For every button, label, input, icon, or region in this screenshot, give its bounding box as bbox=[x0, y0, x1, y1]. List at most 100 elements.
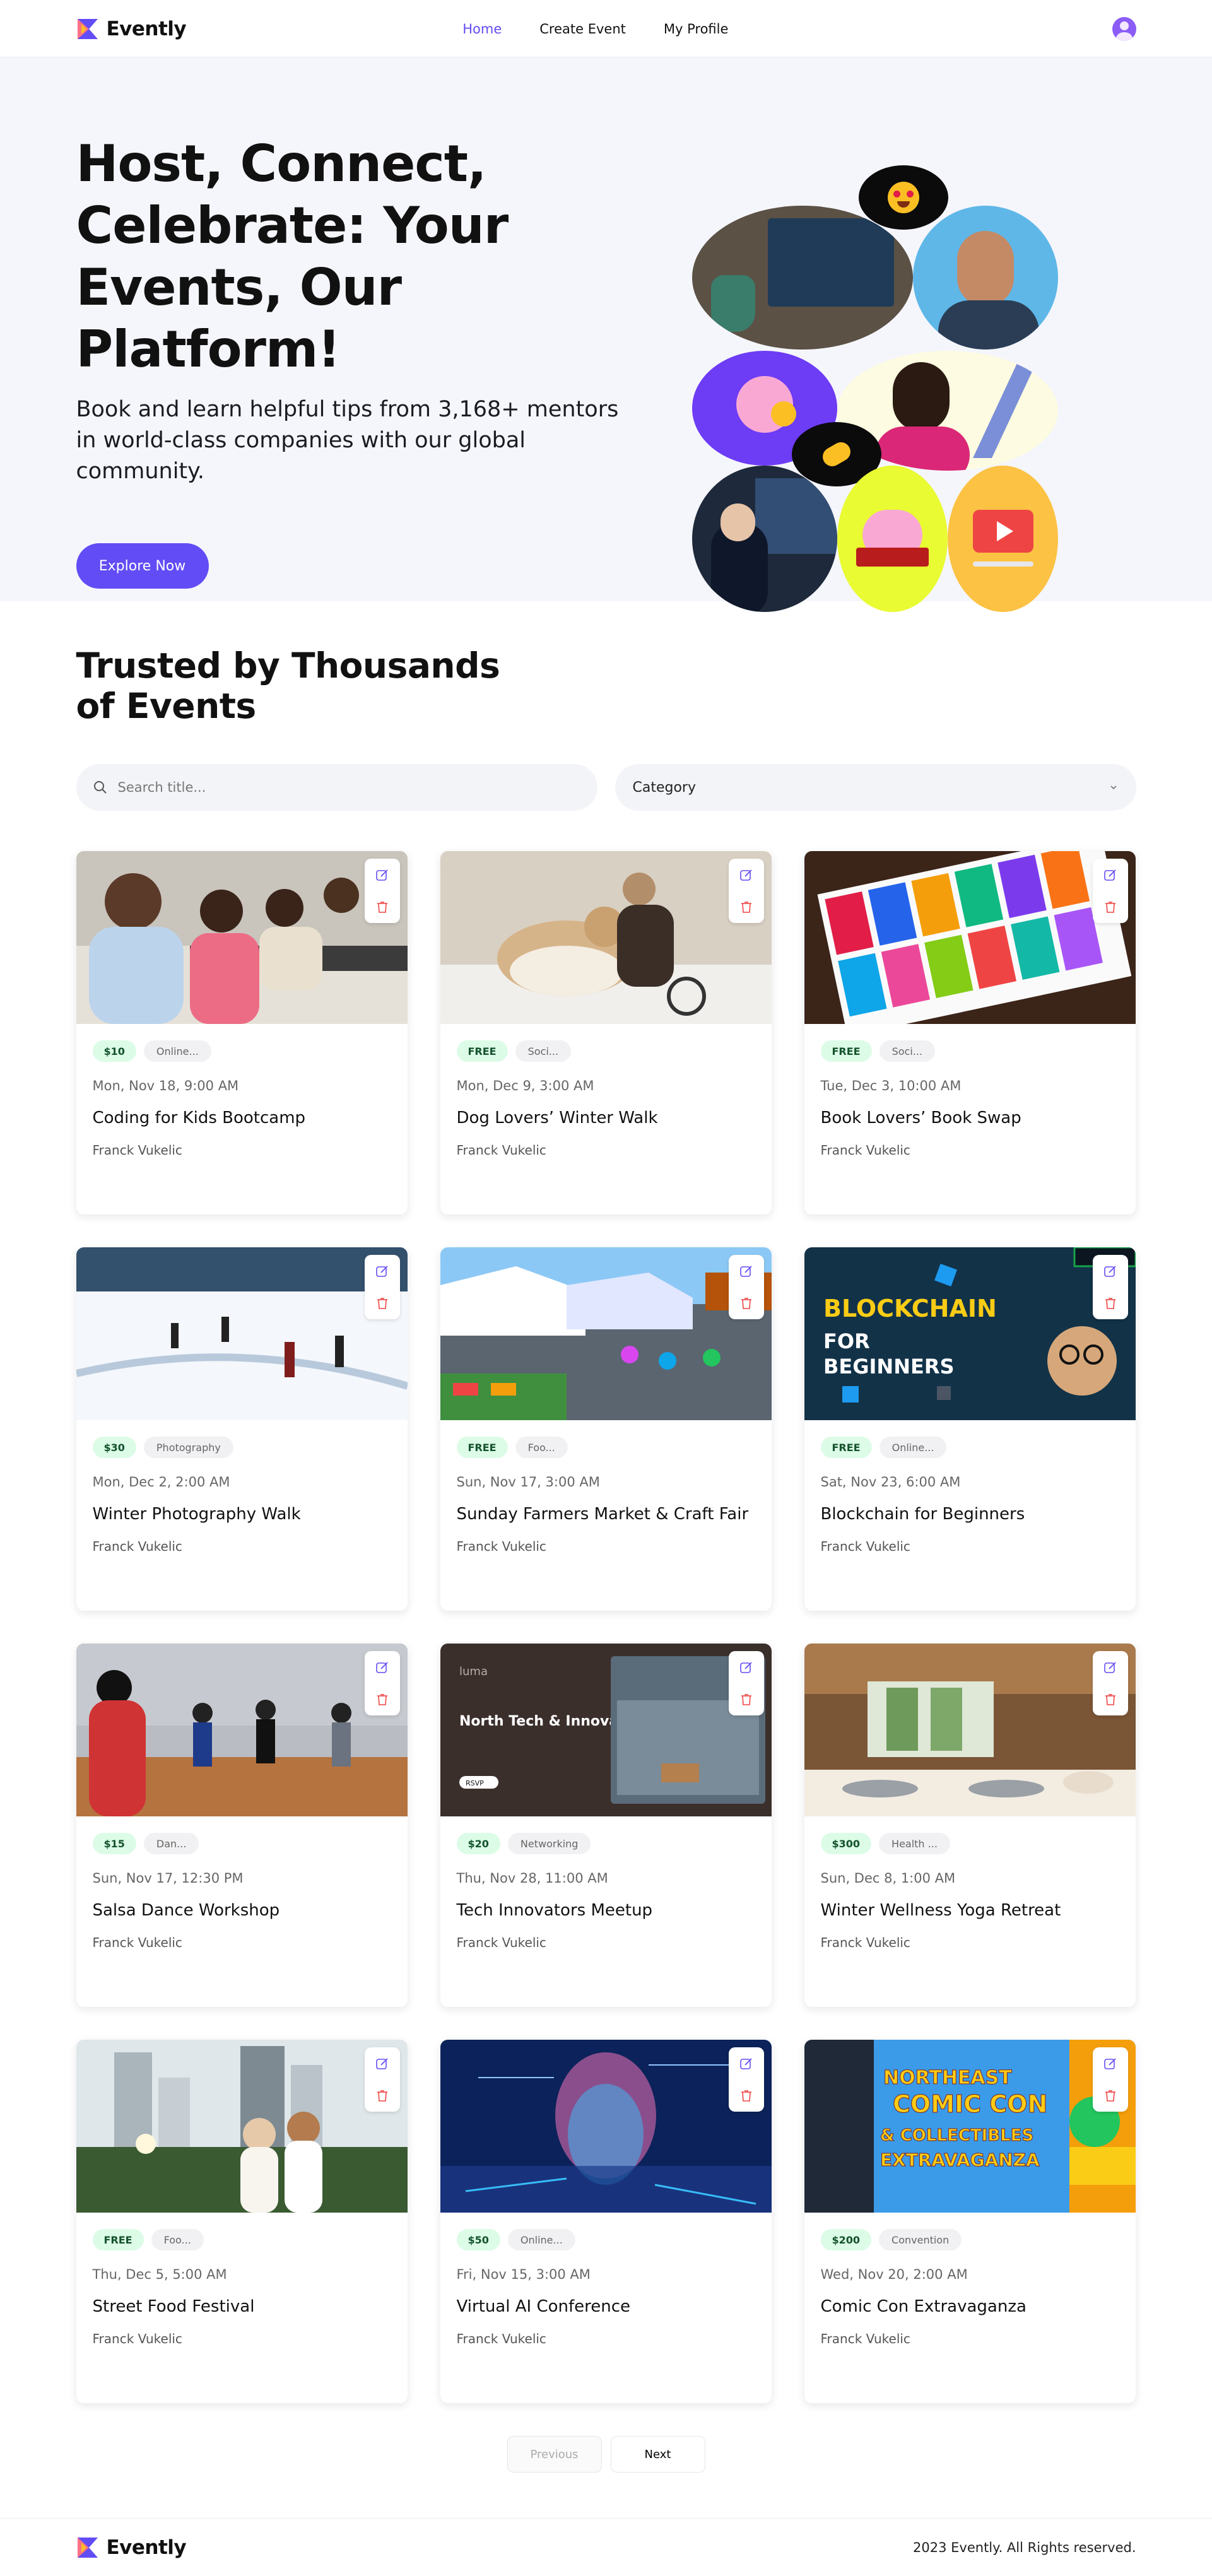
event-organizer: Franck Vukelic bbox=[820, 1539, 910, 1554]
event-title[interactable]: Comic Con Extravaganza bbox=[821, 2297, 1136, 2316]
search-input[interactable] bbox=[117, 780, 560, 795]
event-organizer: Franck Vukelic bbox=[820, 2331, 910, 2346]
event-title[interactable]: Coding for Kids Bootcamp bbox=[93, 1109, 408, 1127]
card-badges: FREE Soci... bbox=[456, 1040, 772, 1062]
event-organizer: Franck Vukelic bbox=[820, 1935, 910, 1950]
next-button[interactable]: Next bbox=[610, 2436, 705, 2473]
event-title[interactable]: Tech Innovators Meetup bbox=[457, 1901, 772, 1920]
svg-text:NORTHEAST: NORTHEAST bbox=[883, 2067, 1012, 2089]
delete-icon[interactable] bbox=[1103, 1693, 1117, 1707]
edit-icon[interactable] bbox=[375, 867, 390, 883]
delete-icon[interactable] bbox=[1103, 1297, 1117, 1310]
category-badge: Foo... bbox=[151, 2229, 204, 2250]
nav-create-event[interactable]: Create Event bbox=[539, 21, 626, 37]
event-card[interactable]: BLOCKCHAIN FOR BEGINNERS FREE Online... Sa… bbox=[804, 1247, 1136, 1611]
edit-icon[interactable] bbox=[1103, 867, 1118, 883]
event-organizer: Franck Vukelic bbox=[456, 1935, 546, 1950]
card-actions bbox=[364, 859, 400, 923]
event-card[interactable]: FREE Soci... Tue, Dec 3, 10:00 AM Book L… bbox=[804, 851, 1136, 1214]
event-card[interactable]: NORTHEAST COMIC CON & COLLECTIBLES EXTRAVAG… bbox=[804, 2040, 1136, 2403]
event-organizer: Franck Vukelic bbox=[92, 1143, 182, 1158]
edit-icon[interactable] bbox=[739, 1660, 754, 1675]
event-card[interactable]: FREE Foo... Thu, Dec 5, 5:00 AM Street F… bbox=[76, 2040, 408, 2403]
category-select-label: Category bbox=[632, 779, 697, 796]
edit-icon[interactable] bbox=[739, 1264, 754, 1279]
delete-icon[interactable] bbox=[739, 1693, 753, 1707]
event-title[interactable]: Blockchain for Beginners bbox=[821, 1505, 1136, 1524]
edit-icon[interactable] bbox=[375, 1264, 390, 1279]
collage-book-illustration bbox=[837, 466, 948, 612]
event-image bbox=[440, 2040, 772, 2213]
edit-icon[interactable] bbox=[375, 1660, 390, 1675]
delete-icon[interactable] bbox=[739, 2089, 753, 2103]
nav-my-profile[interactable]: My Profile bbox=[664, 21, 729, 37]
delete-icon[interactable] bbox=[1103, 2089, 1117, 2103]
user-avatar-icon[interactable] bbox=[1112, 16, 1136, 41]
event-title[interactable]: Winter Photography Walk bbox=[93, 1505, 408, 1524]
collage-presenter-image bbox=[691, 466, 837, 612]
hero-collage bbox=[691, 160, 1096, 615]
event-card[interactable]: $30 Photography Mon, Dec 2, 2:00 AM Wint… bbox=[76, 1247, 408, 1611]
card-actions bbox=[1092, 1651, 1128, 1715]
event-date: Mon, Dec 2, 2:00 AM bbox=[92, 1474, 230, 1490]
evently-logo-icon bbox=[76, 18, 99, 40]
price-badge: $20 bbox=[456, 1833, 500, 1854]
edit-icon[interactable] bbox=[1103, 1660, 1118, 1675]
search-box bbox=[76, 764, 597, 811]
price-badge: FREE bbox=[456, 1040, 508, 1062]
delete-icon[interactable] bbox=[375, 1693, 389, 1707]
event-card[interactable]: FREE Soci... Mon, Dec 9, 3:00 AM Dog Lov… bbox=[440, 851, 772, 1214]
footer-brand-logo[interactable]: Evently bbox=[76, 2536, 187, 2559]
brand-logo[interactable]: Evently bbox=[76, 18, 187, 40]
event-image: luma North Tech & Innovation Meetup RSVP bbox=[440, 1644, 772, 1816]
event-organizer: Franck Vukelic bbox=[456, 1143, 546, 1158]
price-badge: $200 bbox=[820, 2229, 872, 2250]
delete-icon[interactable] bbox=[375, 900, 389, 914]
event-card[interactable]: $300 Health ... Sun, Dec 8, 1:00 AM Wint… bbox=[804, 1644, 1136, 2007]
delete-icon[interactable] bbox=[375, 1297, 389, 1310]
category-badge: Dan... bbox=[143, 1833, 199, 1854]
edit-icon[interactable] bbox=[1103, 1264, 1118, 1279]
card-badges: FREE Soci... bbox=[820, 1040, 1136, 1062]
previous-button[interactable]: Previous bbox=[507, 2436, 602, 2473]
card-badges: FREE Foo... bbox=[456, 1437, 772, 1458]
price-badge: $300 bbox=[820, 1833, 872, 1854]
delete-icon[interactable] bbox=[1103, 900, 1117, 914]
site-footer: Evently 2023 Evently. All Rights reserve… bbox=[0, 2518, 1212, 2576]
nav-home[interactable]: Home bbox=[462, 21, 502, 37]
event-card[interactable]: FREE Foo... Sun, Nov 17, 3:00 AM Sunday … bbox=[440, 1247, 772, 1611]
heart-eyes-emoji-icon bbox=[858, 165, 948, 230]
event-title[interactable]: Sunday Farmers Market & Craft Fair bbox=[457, 1505, 772, 1524]
footer-brand-name: Evently bbox=[106, 2536, 187, 2559]
svg-text:BLOCKCHAIN: BLOCKCHAIN bbox=[823, 1295, 997, 1322]
edit-icon[interactable] bbox=[739, 2056, 754, 2071]
edit-icon[interactable] bbox=[1103, 2056, 1118, 2071]
event-title[interactable]: Book Lovers’ Book Swap bbox=[821, 1109, 1136, 1127]
delete-icon[interactable] bbox=[375, 2089, 389, 2103]
delete-icon[interactable] bbox=[739, 1297, 753, 1310]
event-card[interactable]: $10 Online... Mon, Nov 18, 9:00 AM Codin… bbox=[76, 851, 408, 1214]
event-title[interactable]: Street Food Festival bbox=[93, 2297, 408, 2316]
event-image: NORTHEAST COMIC CON & COLLECTIBLES EXTRAVAG… bbox=[804, 2040, 1136, 2213]
category-badge: Soci... bbox=[879, 1040, 936, 1062]
explore-now-button[interactable]: Explore Now bbox=[76, 543, 209, 589]
event-date: Sun, Dec 8, 1:00 AM bbox=[820, 1871, 956, 1886]
event-card[interactable]: luma North Tech & Innovation Meetup RSVP $… bbox=[440, 1644, 772, 2007]
edit-icon[interactable] bbox=[375, 2056, 390, 2071]
event-title[interactable]: Virtual AI Conference bbox=[457, 2297, 772, 2316]
event-card[interactable]: $15 Dan... Sun, Nov 17, 12:30 PM Salsa D… bbox=[76, 1644, 408, 2007]
event-title[interactable]: Dog Lovers’ Winter Walk bbox=[457, 1109, 772, 1127]
card-actions bbox=[728, 1255, 764, 1319]
card-actions bbox=[364, 1651, 400, 1715]
event-title[interactable]: Winter Wellness Yoga Retreat bbox=[821, 1901, 1136, 1920]
category-select[interactable]: Category bbox=[615, 764, 1136, 811]
search-icon bbox=[93, 781, 107, 794]
card-badges: $300 Health ... bbox=[820, 1833, 1136, 1854]
edit-icon[interactable] bbox=[739, 867, 754, 883]
event-date: Mon, Dec 9, 3:00 AM bbox=[456, 1078, 594, 1093]
event-card[interactable]: $50 Online... Fri, Nov 15, 3:00 AM Virtu… bbox=[440, 2040, 772, 2403]
delete-icon[interactable] bbox=[739, 900, 753, 914]
event-title[interactable]: Salsa Dance Workshop bbox=[93, 1901, 408, 1920]
events-section: Trusted by Thousands of Events Category … bbox=[76, 645, 1136, 2473]
event-date: Fri, Nov 15, 3:00 AM bbox=[456, 2267, 591, 2282]
